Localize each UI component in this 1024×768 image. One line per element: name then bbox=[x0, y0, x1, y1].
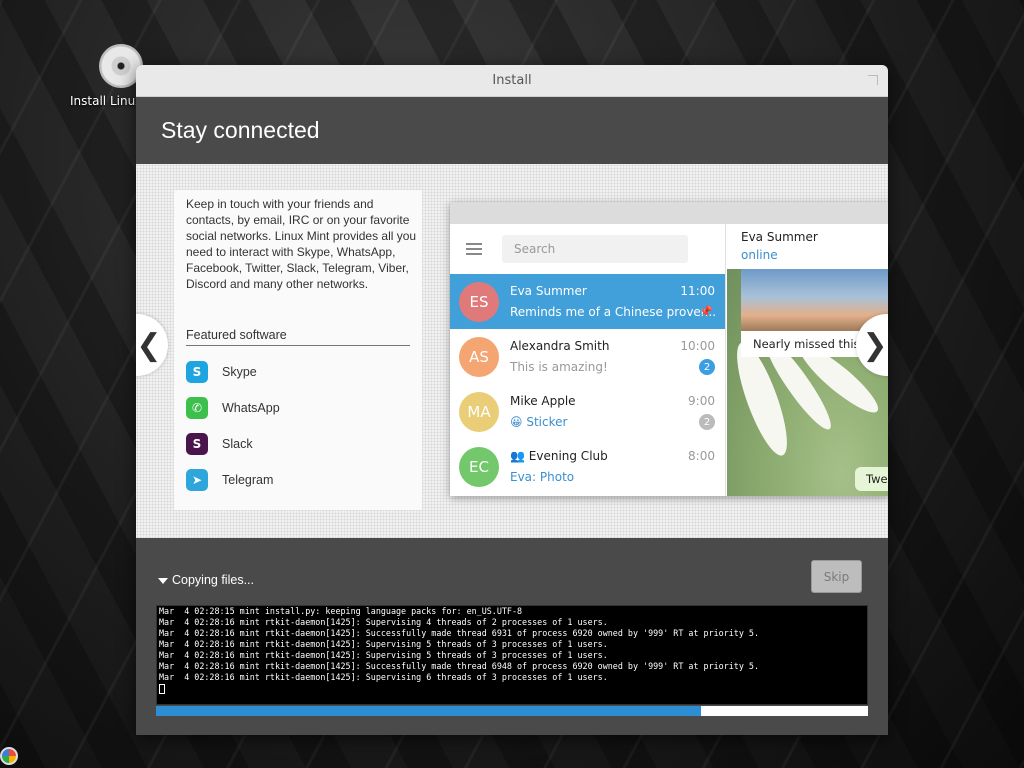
mint-menu-icon[interactable] bbox=[0, 747, 18, 765]
log-line: Mar 4 02:28:16 mint rtkit-daemon[1425]: … bbox=[159, 650, 608, 660]
featured-apps-list: S Skype ✆ WhatsApp S Slack ➤ Telegram bbox=[186, 354, 280, 498]
chat-preview: 😀 Sticker bbox=[510, 415, 568, 429]
whatsapp-icon: ✆ bbox=[186, 397, 208, 419]
log-line: Mar 4 02:28:16 mint rtkit-daemon[1425]: … bbox=[159, 617, 608, 627]
installer-window: Install Stay connected Keep in touch wit… bbox=[136, 65, 888, 735]
telegram-chat-list: Search ES Eva Summer 11:00 Reminds me of a … bbox=[450, 224, 726, 496]
chat-row: EC 👥 Evening Club 8:00 Eva: Photo bbox=[450, 439, 725, 494]
chat-preview: Eva: Photo bbox=[510, 470, 575, 484]
chevron-left-icon: ❮ bbox=[136, 327, 162, 363]
title-bar[interactable]: Install bbox=[136, 65, 888, 97]
chat-name-text: Mike Apple bbox=[510, 394, 576, 408]
app-name: Skype bbox=[222, 365, 257, 379]
app-whatsapp: ✆ WhatsApp bbox=[186, 390, 280, 426]
telegram-search-row: Search bbox=[450, 224, 725, 274]
telegram-titlebar bbox=[450, 202, 888, 224]
chat-preview: Reminds me of a Chinese prover... bbox=[510, 305, 717, 319]
chat-name: Eva Summer bbox=[510, 284, 587, 298]
app-name: Telegram bbox=[222, 473, 274, 487]
log-line: Mar 4 02:28:16 mint rtkit-daemon[1425]: … bbox=[159, 672, 608, 682]
log-line: Mar 4 02:28:15 mint install.py: keeping … bbox=[159, 606, 523, 616]
chat-row: ES Eva Summer 11:00 Reminds me of a Chinese… bbox=[450, 274, 725, 329]
conversation-background: Nearly missed this s Twe bbox=[727, 269, 888, 496]
maximize-icon[interactable] bbox=[868, 75, 878, 85]
chat-name-text: Eva Summer bbox=[510, 284, 587, 298]
intro-text: Keep in touch with your friends and cont… bbox=[186, 197, 417, 291]
chat-name: 👥 Evening Club bbox=[510, 449, 608, 463]
log-line: Mar 4 02:28:16 mint rtkit-daemon[1425]: … bbox=[159, 661, 760, 671]
message-bubble: Twe bbox=[855, 467, 888, 491]
chat-name: Alexandra Smith bbox=[510, 339, 609, 353]
window-title: Install bbox=[492, 73, 532, 88]
chat-name: Mike Apple bbox=[510, 394, 576, 408]
app-slack: S Slack bbox=[186, 426, 280, 462]
conversation-name: Eva Summer bbox=[741, 230, 818, 244]
install-progress-bar bbox=[156, 706, 868, 716]
avatar: MA bbox=[459, 391, 499, 432]
hamburger-menu-icon bbox=[466, 243, 482, 255]
avatar: EC bbox=[459, 446, 499, 487]
unread-badge: 2 bbox=[699, 359, 715, 375]
skype-icon: S bbox=[186, 361, 208, 383]
skip-button[interactable]: Skip bbox=[811, 560, 862, 593]
chat-row: AS Alexandra Smith 10:00 This is amazing! 2 bbox=[450, 329, 725, 384]
chat-time: 8:00 bbox=[688, 449, 715, 463]
telegram-icon: ➤ bbox=[186, 469, 208, 491]
install-log-terminal[interactable]: Mar 4 02:28:15 mint install.py: keeping … bbox=[156, 605, 868, 705]
chevron-right-icon: ❯ bbox=[862, 327, 888, 363]
log-line: Mar 4 02:28:16 mint rtkit-daemon[1425]: … bbox=[159, 628, 760, 638]
info-panel: Keep in touch with your friends and cont… bbox=[174, 190, 422, 510]
telegram-search-box: Search bbox=[502, 235, 688, 263]
conversation-status: online bbox=[741, 248, 778, 262]
status-text: Copying files... bbox=[172, 573, 254, 587]
chat-time: 10:00 bbox=[680, 339, 715, 353]
chat-row: MA Mike Apple 9:00 😀 Sticker 2 bbox=[450, 384, 725, 439]
terminal-cursor bbox=[159, 683, 165, 694]
featured-software-label: Featured software bbox=[186, 328, 410, 346]
app-name: Slack bbox=[222, 437, 253, 451]
chat-time: 11:00 bbox=[680, 284, 715, 298]
avatar: ES bbox=[459, 281, 499, 322]
chat-name-text: Evening Club bbox=[528, 449, 608, 463]
unread-badge: 2 bbox=[699, 414, 715, 430]
previous-slide-button[interactable]: ❮ bbox=[136, 314, 168, 376]
group-icon: 👥 bbox=[510, 449, 529, 463]
slide-heading: Stay connected bbox=[161, 117, 320, 143]
chat-time: 9:00 bbox=[688, 394, 715, 408]
triangle-down-icon bbox=[158, 577, 168, 584]
telegram-screenshot: Search ES Eva Summer 11:00 Reminds me of a … bbox=[450, 202, 888, 496]
app-skype: S Skype bbox=[186, 354, 280, 390]
slack-icon: S bbox=[186, 433, 208, 455]
log-line: Mar 4 02:28:16 mint rtkit-daemon[1425]: … bbox=[159, 639, 608, 649]
slideshow: Keep in touch with your friends and cont… bbox=[136, 164, 888, 538]
app-name: WhatsApp bbox=[222, 401, 280, 415]
app-telegram: ➤ Telegram bbox=[186, 462, 280, 498]
conversation-header: Eva Summer online bbox=[727, 224, 888, 269]
details-expander[interactable]: Copying files... bbox=[158, 573, 254, 587]
pin-icon: 📌 bbox=[699, 305, 713, 318]
slide-banner: Stay connected bbox=[136, 97, 888, 164]
avatar: AS bbox=[459, 336, 499, 377]
chat-preview: This is amazing! bbox=[510, 360, 608, 374]
chat-name-text: Alexandra Smith bbox=[510, 339, 610, 353]
installer-footer: Copying files... Skip Mar 4 02:28:15 min… bbox=[136, 538, 888, 735]
progress-fill bbox=[156, 706, 701, 716]
